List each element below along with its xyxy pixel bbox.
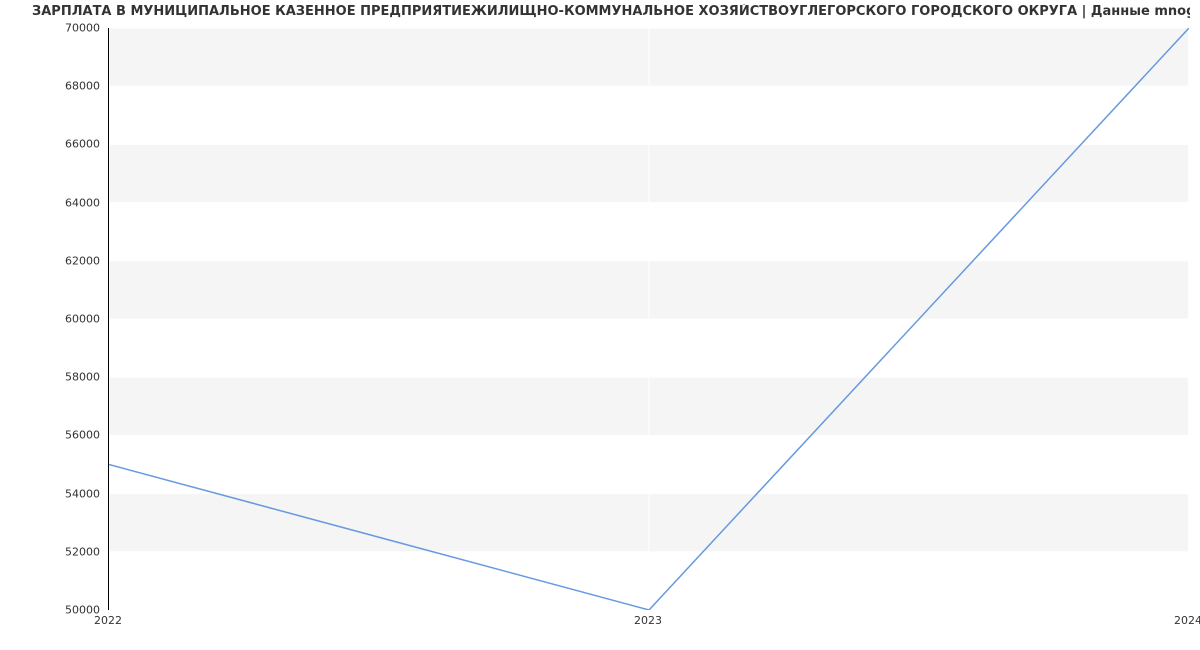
y-tick-label: 62000 — [10, 254, 100, 267]
plot-area — [108, 28, 1188, 610]
y-tick-label: 68000 — [10, 80, 100, 93]
chart-title: ЗАРПЛАТА В МУНИЦИПАЛЬНОЕ КАЗЕННОЕ ПРЕДПР… — [32, 4, 1190, 19]
x-tick-label: 2022 — [94, 614, 122, 627]
chart-container: ЗАРПЛАТА В МУНИЦИПАЛЬНОЕ КАЗЕННОЕ ПРЕДПР… — [0, 0, 1200, 650]
x-tick-label: 2024 — [1174, 614, 1200, 627]
y-tick-label: 54000 — [10, 487, 100, 500]
y-tick-label: 64000 — [10, 196, 100, 209]
y-tick-label: 70000 — [10, 22, 100, 35]
y-tick-label: 58000 — [10, 371, 100, 384]
y-tick-label: 66000 — [10, 138, 100, 151]
y-tick-label: 56000 — [10, 429, 100, 442]
y-tick-label: 52000 — [10, 545, 100, 558]
x-tick-label: 2023 — [634, 614, 662, 627]
chart-svg — [109, 28, 1189, 610]
y-tick-label: 50000 — [10, 604, 100, 617]
y-tick-label: 60000 — [10, 313, 100, 326]
